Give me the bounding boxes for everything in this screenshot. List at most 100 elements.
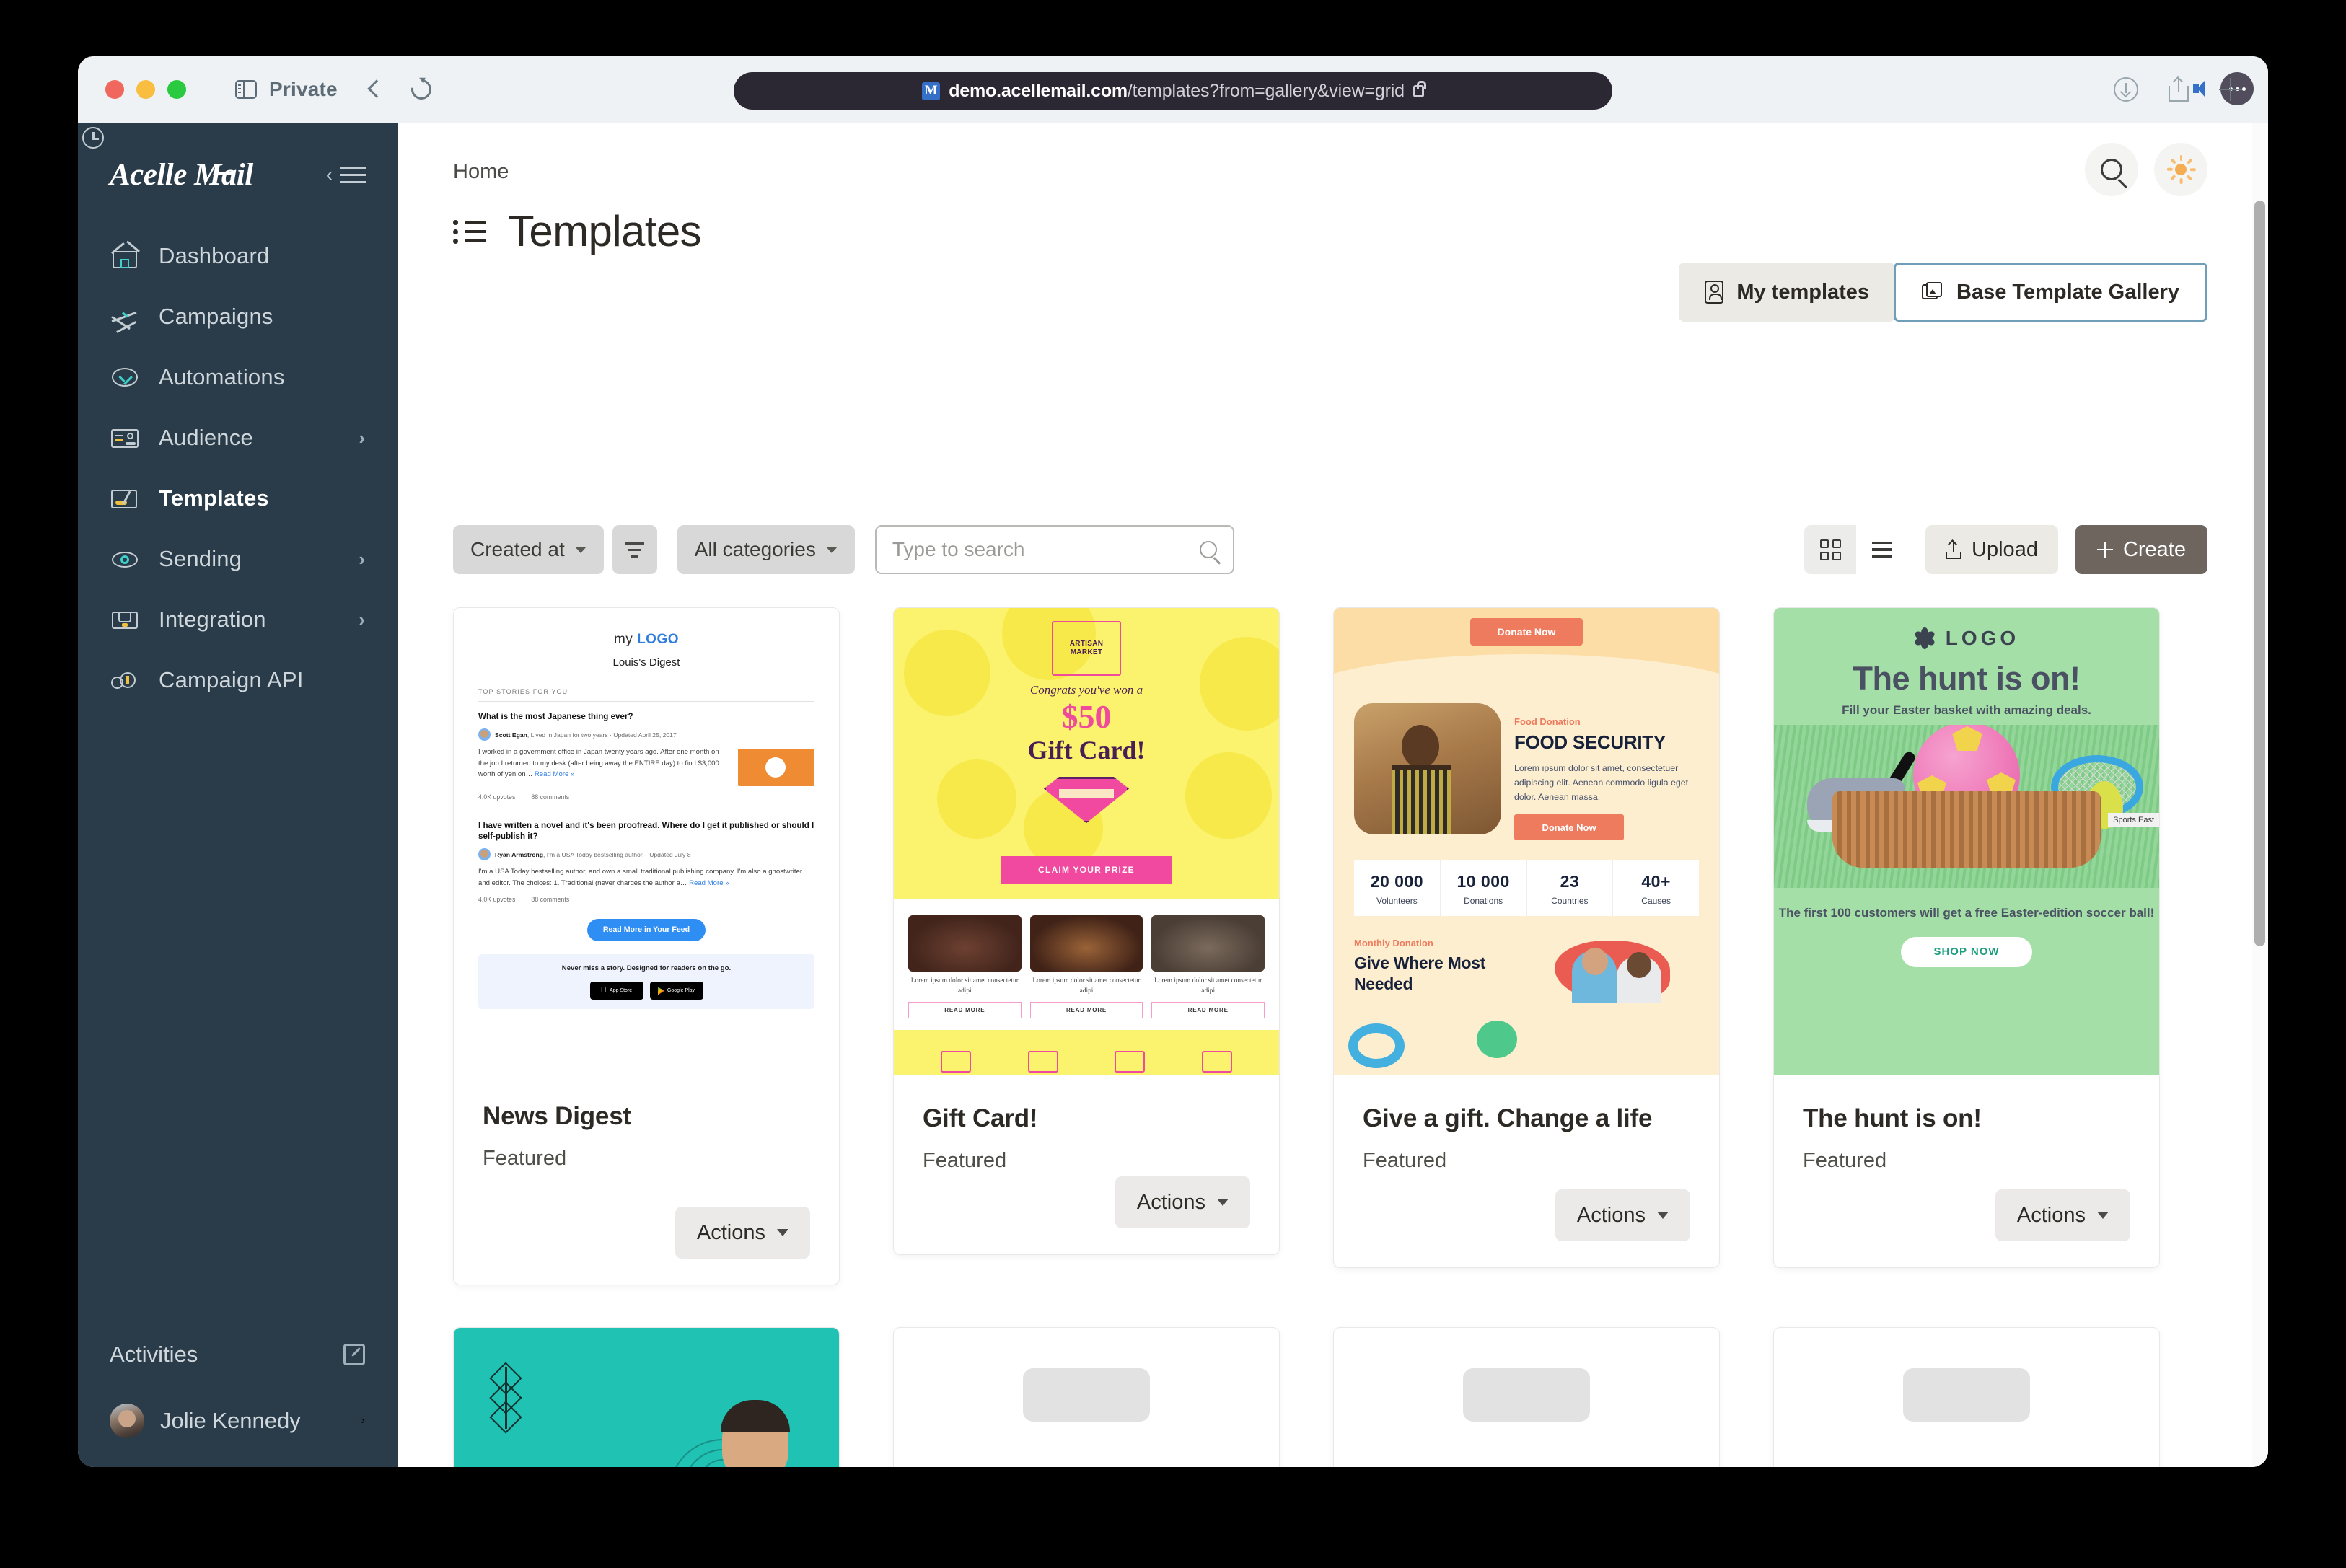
create-button[interactable]: Create bbox=[2075, 525, 2207, 574]
stat-item: 40+ Causes bbox=[1613, 860, 1699, 916]
header-actions bbox=[2085, 143, 2207, 196]
giftcard-icon bbox=[1201, 1051, 1232, 1073]
stat-item: 23 Countries bbox=[1527, 860, 1614, 917]
tab-base-template-gallery[interactable]: Base Template Gallery bbox=[1894, 263, 2207, 322]
sort-by-dropdown[interactable]: Created at bbox=[453, 525, 604, 574]
template-preview[interactable]: ETANBONJO Certified Yoga Therapist DROP … bbox=[454, 1328, 839, 1467]
reload-icon[interactable] bbox=[407, 75, 436, 104]
list-view-button[interactable] bbox=[1856, 525, 1909, 574]
upload-icon bbox=[1946, 539, 1962, 559]
brand-strike-decoration bbox=[213, 172, 236, 175]
chevron-left-icon: ‹ bbox=[326, 164, 333, 185]
global-search-button[interactable] bbox=[2085, 143, 2138, 196]
preview-scene: Sports East bbox=[1774, 725, 2159, 888]
share-icon[interactable] bbox=[2169, 76, 2189, 102]
template-card[interactable]: my LOGO Louis's Digest TOP STORIES FOR Y… bbox=[453, 607, 840, 1285]
preview-eyebrow: Food Donation bbox=[1514, 716, 1581, 727]
scrollbar-thumb[interactable] bbox=[2254, 201, 2265, 946]
badge-line-2: MARKET bbox=[1070, 648, 1103, 656]
sidebar-item-templates[interactable]: Templates bbox=[78, 468, 398, 529]
brand-logo[interactable]: Acelle Mail bbox=[110, 157, 253, 193]
flower-logo-icon bbox=[1913, 627, 1936, 649]
plug-box-icon bbox=[110, 604, 140, 635]
template-card[interactable]: Donate Now Food Donation FOOD SECURITY L… bbox=[1333, 607, 1720, 1268]
site-favicon: M bbox=[922, 82, 941, 100]
actions-dropdown[interactable]: Actions bbox=[1995, 1189, 2130, 1241]
tab-my-templates[interactable]: My templates bbox=[1679, 263, 1896, 322]
preview-story1-title: What is the most Japanese thing ever? bbox=[478, 712, 633, 722]
sidebar-item-automations[interactable]: Automations bbox=[78, 347, 398, 408]
template-preview[interactable]: my LOGO Louis's Digest TOP STORIES FOR Y… bbox=[454, 608, 839, 1073]
browser-window: Private M demo.acellemail.com/templates?… bbox=[78, 56, 2268, 1467]
maximize-window-button[interactable] bbox=[167, 80, 186, 99]
address-bar[interactable]: M demo.acellemail.com/templates?from=gal… bbox=[734, 72, 1612, 110]
upload-button[interactable]: Upload bbox=[1925, 525, 2058, 574]
stat-label: Countries bbox=[1551, 896, 1589, 907]
chevron-right-icon: › bbox=[359, 426, 365, 449]
template-preview[interactable]: ARTISAN MARKET Congrats you've won a $50… bbox=[894, 608, 1279, 1075]
preview-story2-body: I'm a USA Today bestselling author, and … bbox=[478, 868, 803, 887]
shipping-icon bbox=[941, 1051, 972, 1073]
actions-dropdown[interactable]: Actions bbox=[675, 1207, 810, 1259]
category-value: All categories bbox=[694, 538, 816, 560]
preview-headline-2: Give Where Most Needed bbox=[1354, 953, 1486, 994]
category-dropdown[interactable]: All categories bbox=[677, 525, 855, 574]
sidebar-item-label: Campaigns bbox=[159, 304, 273, 329]
template-preview[interactable]: Donate Now Food Donation FOOD SECURITY L… bbox=[1334, 608, 1719, 1075]
scrollbar-track[interactable] bbox=[2252, 123, 2268, 1467]
sidebar-item-audience[interactable]: Audience › bbox=[78, 408, 398, 468]
actions-dropdown[interactable]: Actions bbox=[1555, 1189, 1690, 1241]
skeleton-image bbox=[1023, 1368, 1150, 1422]
card-subtitle: Featured bbox=[923, 1149, 1007, 1172]
sort-direction-button[interactable] bbox=[612, 525, 657, 574]
browser-back-button[interactable] bbox=[364, 80, 382, 99]
app-store-label: App Store bbox=[606, 987, 632, 993]
view-mode-toggle[interactable] bbox=[1804, 525, 1909, 574]
card-title: News Digest bbox=[483, 1102, 631, 1130]
chevron-down-icon bbox=[1217, 1199, 1229, 1206]
sidebar-item-label: Integration bbox=[159, 607, 266, 632]
preview-product: Lorem ipsum dolor sit amet consectetur a… bbox=[908, 915, 1022, 1019]
downloads-icon[interactable] bbox=[2114, 77, 2138, 102]
theme-toggle-button[interactable] bbox=[2154, 143, 2207, 196]
breadcrumb[interactable]: Home bbox=[453, 160, 509, 184]
green-blob-decoration bbox=[1477, 1021, 1517, 1058]
preview-story2-comments: 88 comments bbox=[531, 896, 570, 904]
device-frame: Private M demo.acellemail.com/templates?… bbox=[0, 0, 2346, 1568]
application-root: Acelle Mail ‹ Dashboard Campaigns Automa… bbox=[78, 123, 2268, 1467]
sidebar-item-sending[interactable]: Sending › bbox=[78, 529, 398, 589]
search-input[interactable] bbox=[892, 538, 1200, 561]
easter-basket bbox=[1832, 791, 2101, 868]
preview-story2-title: I have written a novel and it's been pro… bbox=[478, 821, 814, 842]
mobile-template-icon bbox=[1705, 281, 1724, 304]
grid-view-button[interactable] bbox=[1804, 525, 1857, 574]
sidebar-item-campaigns[interactable]: Campaigns bbox=[78, 286, 398, 347]
sidebar-user-menu[interactable]: Jolie Kennedy › bbox=[78, 1388, 398, 1454]
sidebar-toggle-icon[interactable] bbox=[235, 80, 257, 99]
minimize-window-button[interactable] bbox=[136, 80, 155, 99]
preview-story1-upvotes: 4.0K upvotes bbox=[478, 793, 516, 801]
gear-sync-icon bbox=[110, 544, 140, 574]
template-card[interactable]: ARTISAN MARKET Congrats you've won a $50… bbox=[893, 607, 1280, 1255]
sidebar-item-dashboard[interactable]: Dashboard bbox=[78, 226, 398, 286]
template-card[interactable]: ETANBONJO Certified Yoga Therapist DROP … bbox=[453, 1327, 840, 1467]
sidebar-item-campaign-api[interactable]: Campaign API bbox=[78, 650, 398, 710]
close-window-button[interactable] bbox=[105, 80, 124, 99]
external-link-icon[interactable] bbox=[343, 1344, 365, 1365]
new-tab-icon[interactable] bbox=[2219, 78, 2242, 101]
tab-label: Base Template Gallery bbox=[1956, 280, 2179, 304]
template-card[interactable]: LOGO The hunt is on! Fill your Easter ba… bbox=[1773, 607, 2160, 1268]
preview-story2-upvotes: 4.0K upvotes bbox=[478, 896, 516, 904]
sidebar-item-activities[interactable]: Activities bbox=[78, 127, 398, 1388]
sidebar-collapse-button[interactable]: ‹ bbox=[326, 165, 366, 185]
chevron-down-icon bbox=[777, 1229, 788, 1236]
search-box[interactable] bbox=[874, 525, 1234, 574]
window-controls[interactable] bbox=[105, 80, 186, 99]
product-button: READ MORE bbox=[1151, 1002, 1265, 1019]
sidebar-item-integration[interactable]: Integration › bbox=[78, 589, 398, 650]
preview-person-photo bbox=[680, 1390, 839, 1467]
logo-my: my bbox=[613, 632, 633, 647]
actions-dropdown[interactable]: Actions bbox=[1115, 1176, 1250, 1228]
template-preview[interactable]: LOGO The hunt is on! Fill your Easter ba… bbox=[1774, 608, 2159, 1075]
browser-chrome: Private M demo.acellemail.com/templates?… bbox=[78, 56, 2268, 123]
